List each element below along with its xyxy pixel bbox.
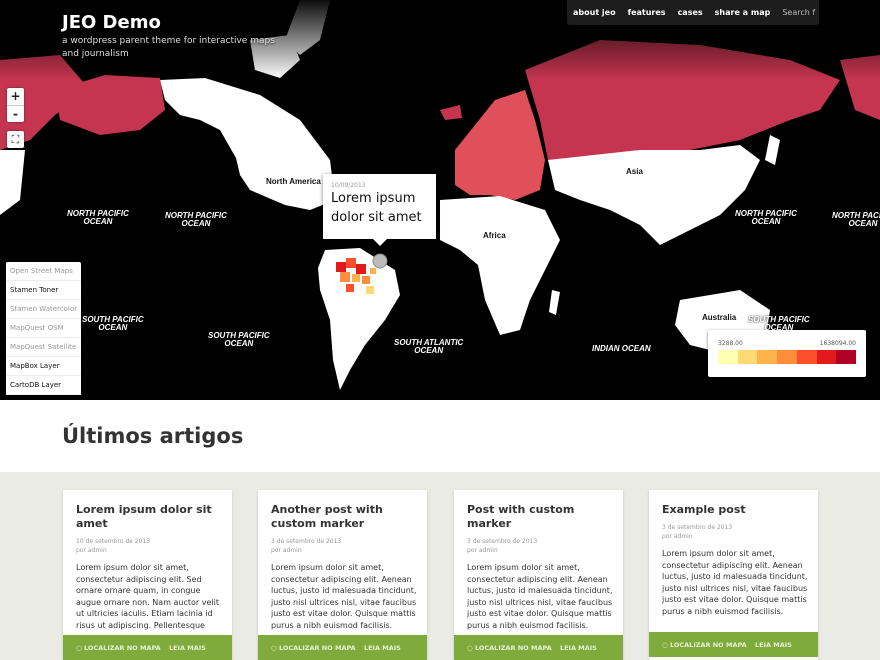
- legend-swatch: [718, 350, 738, 364]
- search-input[interactable]: Search f: [782, 8, 815, 17]
- post-author[interactable]: por admin: [76, 546, 107, 555]
- post-excerpt: Lorem ipsum dolor sit amet, consectetur …: [76, 563, 219, 630]
- post-author[interactable]: por admin: [467, 546, 498, 555]
- map-label-north-pacific-ocean-2: NORTH PACIFIC OCEAN: [165, 211, 227, 228]
- map-label-africa: Africa: [483, 231, 506, 240]
- read-more-link[interactable]: LEIA MAIS: [560, 644, 597, 652]
- map-label-south-pacific-ocean-2: SOUTH PACIFIC OCEAN: [208, 331, 270, 348]
- post-title[interactable]: Example post: [662, 503, 808, 517]
- layer-cartodb[interactable]: CartoDB Layer: [6, 376, 81, 395]
- nav-about-jeo[interactable]: about jeo: [573, 8, 616, 17]
- layer-stamen-toner[interactable]: Stamen Toner: [6, 281, 81, 300]
- map-label-north-pacific-ocean-4: NORTH PACIFIC OCEAN: [832, 211, 880, 228]
- post-date: 3 de setembro de 2013: [271, 538, 342, 545]
- map-label-indian-ocean: INDIAN OCEAN: [592, 344, 651, 353]
- post-footer: ○ LOCALIZAR NO MAPA LEIA MAIS: [63, 635, 232, 660]
- read-more-link[interactable]: LEIA MAIS: [364, 644, 401, 652]
- read-more-link[interactable]: LEIA MAIS: [755, 641, 792, 649]
- site-tagline: a wordpress parent theme for interactive…: [62, 36, 275, 59]
- nav-features[interactable]: features: [628, 8, 666, 17]
- legend-swatch: [816, 350, 837, 364]
- read-more-link[interactable]: LEIA MAIS: [169, 644, 206, 652]
- legend-swatch: [737, 350, 758, 364]
- post-card: Example post 3 de setembro de 2013 por a…: [649, 490, 818, 660]
- layer-mapbox[interactable]: MapBox Layer: [6, 357, 81, 376]
- map-label-north-america: North America: [266, 177, 321, 186]
- zoom-out-button[interactable]: -: [7, 105, 24, 122]
- legend-color-scale: [718, 350, 857, 364]
- map-label-south-pacific-ocean-1: SOUTH PACIFIC OCEAN: [82, 315, 144, 332]
- layer-stamen-watercolor[interactable]: Stamen Watercolor: [6, 300, 81, 319]
- post-title[interactable]: Another post with custom marker: [271, 503, 417, 531]
- layer-mapquest-satellite[interactable]: MapQuest Satellite: [6, 338, 81, 357]
- post-excerpt: Lorem ipsum dolor sit amet, consectetur …: [271, 563, 417, 630]
- map-label-south-atlantic-ocean: SOUTH ATLANTIC OCEAN: [394, 338, 464, 355]
- layer-switcher: Open Street Maps Stamen Toner Stamen Wat…: [6, 262, 81, 395]
- locate-on-map-link[interactable]: ○ LOCALIZAR NO MAPA: [271, 644, 356, 652]
- post-card: Post with custom marker 3 de setembro de…: [454, 490, 623, 660]
- post-title[interactable]: Post with custom marker: [467, 503, 613, 531]
- layer-open-street-maps[interactable]: Open Street Maps: [6, 262, 81, 281]
- post-card: Another post with custom marker 3 de set…: [258, 490, 427, 660]
- map-pin-marker: [372, 253, 388, 269]
- post-footer: ○ LOCALIZAR NO MAPA LEIA MAIS: [454, 635, 623, 660]
- post-date: 10 de setembro de 2013: [76, 538, 151, 545]
- locate-on-map-link[interactable]: ○ LOCALIZAR NO MAPA: [662, 641, 747, 649]
- layer-mapquest-osm[interactable]: MapQuest OSM: [6, 319, 81, 338]
- popup-title[interactable]: Lorem ipsum dolor sit amet: [331, 189, 428, 227]
- popup-date: 10/09/2013: [331, 182, 366, 189]
- post-card: Lorem ipsum dolor sit amet 10 de setembr…: [63, 490, 232, 660]
- post-date: 3 de setembro de 2013: [467, 538, 538, 545]
- post-footer: ○ LOCALIZAR NO MAPA LEIA MAIS: [258, 635, 427, 660]
- post-author[interactable]: por admin: [662, 532, 693, 541]
- interactive-map[interactable]: North America Africa Asia Australia NORT…: [0, 0, 880, 400]
- locate-on-map-link[interactable]: ○ LOCALIZAR NO MAPA: [76, 644, 161, 652]
- fullscreen-icon: ⛶: [11, 133, 20, 146]
- nav-share-a-map[interactable]: share a map: [715, 8, 771, 17]
- legend-swatch: [757, 350, 778, 364]
- map-legend: 3288.00 1638094.00: [708, 330, 866, 377]
- legend-swatch: [836, 350, 857, 364]
- locate-on-map-link[interactable]: ○ LOCALIZAR NO MAPA: [467, 644, 552, 652]
- map-label-asia: Asia: [626, 167, 643, 176]
- section-title: Últimos artigos: [62, 424, 244, 448]
- post-footer: ○ LOCALIZAR NO MAPA LEIA MAIS: [649, 632, 818, 657]
- fullscreen-button[interactable]: ⛶: [7, 131, 24, 148]
- legend-min-value: 3288.00: [718, 340, 743, 347]
- zoom-in-button[interactable]: +: [7, 88, 24, 105]
- map-label-australia: Australia: [702, 313, 737, 322]
- top-navigation: about jeo features cases share a map Sea…: [567, 0, 819, 25]
- legend-swatch: [796, 350, 817, 364]
- legend-max-value: 1638094.00: [819, 340, 856, 347]
- map-label-north-pacific-ocean-3: NORTH PACIFIC OCEAN: [735, 209, 797, 226]
- zoom-control: + -: [7, 88, 24, 122]
- nav-cases[interactable]: cases: [678, 8, 703, 17]
- post-excerpt: Lorem ipsum dolor sit amet, consectetur …: [467, 563, 613, 630]
- site-title[interactable]: JEO Demo: [62, 12, 161, 33]
- legend-swatch: [777, 350, 797, 364]
- post-date: 3 de setembro de 2013: [662, 524, 733, 531]
- post-author[interactable]: por admin: [271, 546, 302, 555]
- map-label-north-pacific-ocean-1: NORTH PACIFIC OCEAN: [67, 209, 129, 226]
- post-title[interactable]: Lorem ipsum dolor sit amet: [76, 503, 222, 531]
- post-excerpt: Lorem ipsum dolor sit amet, consectetur …: [662, 549, 808, 616]
- map-popup[interactable]: 10/09/2013 Lorem ipsum dolor sit amet: [323, 174, 436, 246]
